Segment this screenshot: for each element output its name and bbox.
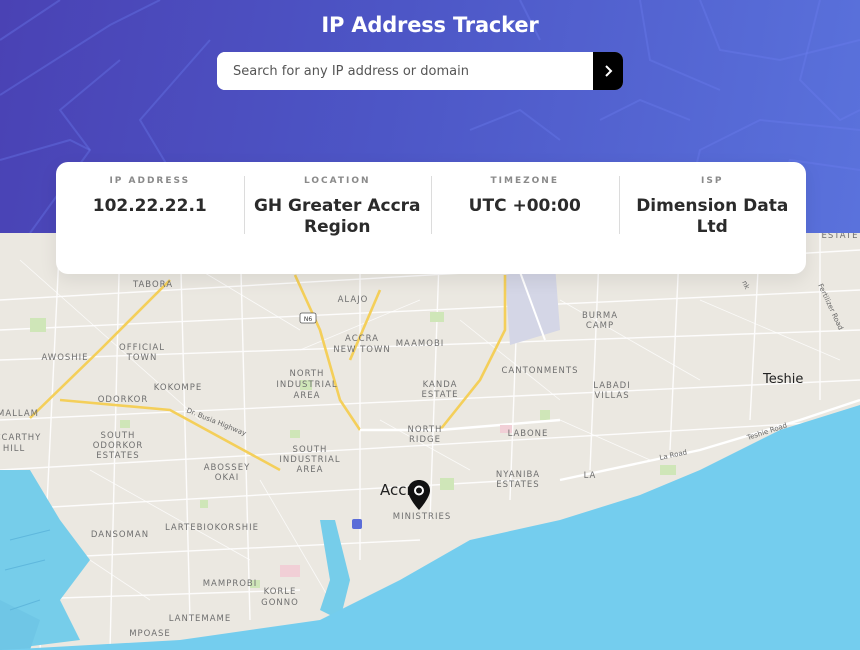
- page-title: IP Address Tracker: [321, 13, 539, 37]
- isp-value: Dimension Data Ltd: [636, 196, 789, 237]
- location-label: LOCATION: [303, 176, 371, 186]
- ip-address-panel: IP ADDRESS 102.22.22.1: [56, 162, 244, 274]
- map-label: AREA: [294, 391, 321, 401]
- map-label: LA: [584, 471, 597, 481]
- map-label: RIDGE: [409, 435, 441, 445]
- map-road-shield-label: N6: [304, 316, 312, 323]
- isp-panel: ISP Dimension Data Ltd: [618, 162, 807, 274]
- search-button[interactable]: [593, 52, 623, 90]
- search-input[interactable]: [217, 52, 593, 90]
- map-label: OFFICIAL: [119, 343, 165, 353]
- map-label: MINISTRIES: [393, 512, 451, 522]
- map-label: AREA: [297, 465, 324, 475]
- map-label: MAMPROBI: [203, 579, 258, 589]
- ip-address-label: IP ADDRESS: [109, 176, 191, 186]
- map-label: MAAMOBI: [396, 339, 445, 349]
- map-label: ODORKOR: [93, 441, 144, 451]
- map-label: TABORA: [132, 280, 173, 290]
- map-label: ALAJO: [338, 295, 369, 305]
- ip-address-value: 102.22.22.1: [92, 196, 207, 216]
- map-label: TOWN: [126, 353, 158, 363]
- map-label: CCARTHY: [0, 433, 41, 443]
- map-label: ESTATE: [821, 233, 858, 241]
- map-label: BURMA: [582, 311, 618, 321]
- map-label: MALLAM: [0, 409, 39, 419]
- map-label: MPOASE: [129, 629, 171, 639]
- map-label: LABADI: [593, 381, 630, 391]
- map-label: OKAI: [215, 473, 239, 483]
- map-label: INDUSTRIAL: [279, 455, 340, 465]
- map-label: ODORKOR: [98, 395, 149, 405]
- map-label: SOUTH: [293, 445, 328, 455]
- map-label: ESTATE: [421, 390, 458, 400]
- map-label: HILL: [3, 444, 25, 454]
- map-label: VILLAS: [594, 391, 629, 401]
- map-label: ACCRA: [345, 334, 379, 344]
- map-label: ESTATES: [96, 451, 139, 461]
- map-city-label: Teshie: [762, 372, 803, 387]
- search-bar: [217, 52, 623, 90]
- isp-label: ISP: [701, 176, 724, 186]
- map-label: ESTATES: [496, 480, 539, 490]
- map-label: NORTH: [290, 369, 325, 379]
- map-label: KORLE: [264, 587, 297, 597]
- location-marker-icon[interactable]: [408, 480, 430, 510]
- map-label: LABONE: [508, 429, 549, 439]
- map-label: NORTH: [408, 425, 443, 435]
- timezone-value: UTC +00:00: [468, 196, 581, 216]
- map-label: LANTEMAME: [169, 614, 232, 624]
- map-label: CAMP: [586, 321, 614, 331]
- map-label: CANTONMENTS: [502, 366, 579, 376]
- map-label: KOKOMPE: [154, 383, 202, 393]
- map-label: LARTEBIOKORSHIE: [165, 523, 259, 533]
- info-card: IP ADDRESS 102.22.22.1 LOCATION GH Great…: [56, 162, 806, 274]
- location-value: GH Greater Accra Region: [253, 196, 421, 237]
- map-label: ABOSSEY: [204, 463, 251, 473]
- map-label: NEW TOWN: [333, 345, 390, 355]
- map-label: KANDA: [423, 380, 458, 390]
- timezone-label: TIMEZONE: [490, 176, 559, 186]
- map-view[interactable]: TABORA ALAJO ACCRA NEW TOWN MAAMOBI BURM…: [0, 233, 860, 650]
- map-label: GONNO: [261, 598, 299, 608]
- timezone-panel: TIMEZONE UTC +00:00: [431, 162, 619, 274]
- map-label: AWOSHIE: [41, 353, 88, 363]
- map-label: SOUTH: [101, 431, 136, 441]
- map-label: DANSOMAN: [91, 530, 149, 540]
- location-panel: LOCATION GH Greater Accra Region: [243, 162, 432, 274]
- chevron-right-icon: [605, 65, 613, 77]
- map-label: INDUSTRIAL: [276, 380, 337, 390]
- map-label: NYANIBA: [496, 470, 540, 480]
